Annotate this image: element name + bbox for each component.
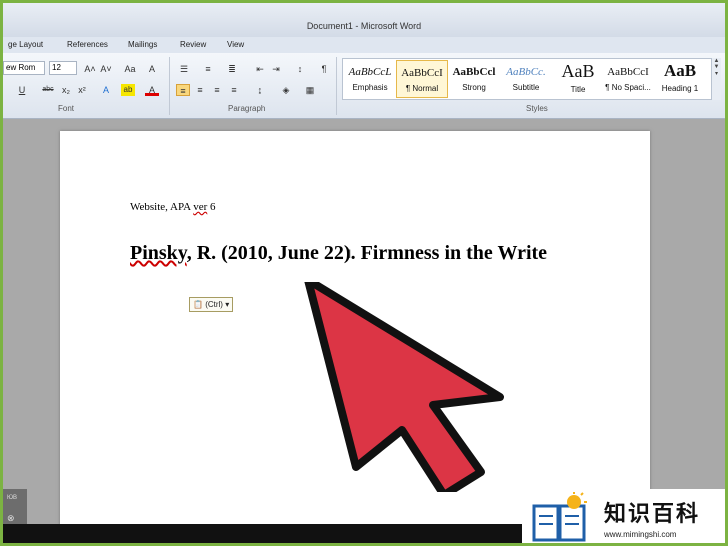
line-spacing-icon[interactable]: ↨	[253, 84, 267, 96]
subscript-button[interactable]: x₂	[59, 84, 73, 96]
font-color-button[interactable]: A	[145, 84, 159, 96]
shading-icon[interactable]: ◈	[279, 84, 293, 96]
style-name: Heading 1	[661, 84, 699, 93]
style-emphasis[interactable]: AaBbCcL Emphasis	[344, 60, 396, 98]
style-name: Strong	[462, 83, 486, 92]
style-subtitle[interactable]: AaBbCc. Subtitle	[500, 60, 552, 98]
underline-button[interactable]: U	[15, 84, 29, 96]
misspelled-word[interactable]: Pinsky	[130, 242, 187, 264]
shrink-font-button[interactable]: A˅	[99, 63, 113, 75]
ribbon: ew Rom 12 A˄ A˅ Aa A U abc x₂ x² A ab A …	[3, 53, 725, 119]
font-group-label: Font	[58, 104, 75, 113]
show-marks-icon[interactable]: ¶	[317, 63, 331, 75]
style-heading-1[interactable]: AaB Heading 1	[654, 60, 706, 98]
group-divider	[336, 57, 337, 115]
paste-options-label: (Ctrl)	[205, 300, 223, 309]
font-name-box[interactable]: ew Rom	[3, 61, 45, 75]
highlight-button[interactable]: ab	[121, 84, 135, 96]
align-right-icon[interactable]: ≡	[210, 84, 224, 96]
paste-options-button[interactable]: 📋 (Ctrl) ▾	[189, 297, 234, 312]
clipboard-icon: 📋	[193, 300, 203, 309]
increase-indent-icon[interactable]: ⇥	[269, 63, 283, 75]
watermark-title: 知识百科	[604, 501, 701, 526]
text-run: 6	[207, 201, 216, 213]
superscript-button[interactable]: x²	[75, 84, 89, 96]
citation-text[interactable]: Pinsky, R. (2010, June 22). Firmness in …	[130, 240, 580, 267]
watermark: 知识百科 www.mimingshi.com	[522, 489, 725, 543]
align-center-icon[interactable]: ≡	[193, 84, 207, 96]
close-icon[interactable]: ⊗	[7, 513, 15, 524]
sort-icon[interactable]: ↕	[293, 63, 307, 75]
style-sample: AaB	[663, 61, 697, 80]
bullets-icon[interactable]: ☰	[177, 63, 191, 75]
numbering-icon[interactable]: ≡	[201, 63, 215, 75]
group-divider	[169, 57, 170, 115]
align-left-icon[interactable]: ≡	[176, 84, 190, 96]
style-name: ¶ No Spaci...	[605, 83, 651, 92]
strikethrough-button[interactable]: abc	[39, 84, 57, 96]
tab-mailings[interactable]: Mailings	[128, 40, 157, 49]
style-name: Subtitle	[512, 83, 540, 92]
watermark-url: www.mimingshi.com	[604, 530, 677, 539]
text-effects-button[interactable]: A	[99, 84, 113, 96]
decrease-indent-icon[interactable]: ⇤	[253, 63, 267, 75]
tab-view[interactable]: View	[227, 40, 244, 49]
style-strong[interactable]: AaBbCcl Strong	[448, 60, 500, 98]
left-panel: ЮB ⊗	[3, 489, 27, 525]
style-sample: AaBbCcL	[348, 66, 392, 78]
grow-font-button[interactable]: A˄	[83, 63, 97, 75]
window-title: Document1 - Microsoft Word	[306, 21, 422, 31]
style-sample: AaBbCcI	[401, 67, 443, 79]
style-name: Emphasis	[352, 83, 388, 92]
style-name: ¶ Normal	[405, 84, 439, 93]
styles-scroll[interactable]: ▲ ▼ ▾	[711, 58, 721, 100]
screen-frame: Document1 - Microsoft Word ge Layout Ref…	[0, 0, 728, 546]
tab-page-layout[interactable]: ge Layout	[8, 40, 43, 49]
style-name: Title	[570, 85, 586, 94]
multilevel-list-icon[interactable]: ≣	[225, 63, 239, 75]
style-sample: AaB	[561, 61, 595, 81]
styles-group-label: Styles	[526, 104, 548, 113]
document-line[interactable]: Website, APA ver 6	[130, 201, 216, 213]
change-case-button[interactable]: Aa	[121, 63, 139, 75]
style-normal[interactable]: AaBbCcI ¶ Normal	[396, 60, 448, 98]
style-sample: AaBbCcl	[452, 66, 496, 78]
book-lightbulb-icon	[532, 492, 587, 542]
justify-icon[interactable]: ≡	[227, 84, 241, 96]
borders-icon[interactable]: ▦	[303, 84, 317, 96]
text-cursor-icon: I	[348, 247, 352, 261]
style-no-spacing[interactable]: AaBbCcI ¶ No Spaci...	[602, 60, 654, 98]
text-run: , R. (2010, June 22). Firmness in the Wr…	[186, 242, 548, 264]
title-bar: Document1 - Microsoft Word	[3, 3, 725, 37]
more-styles-icon[interactable]: ▾	[712, 70, 721, 77]
paragraph-group-label: Paragraph	[228, 104, 266, 113]
misspelled-word[interactable]: ver	[193, 201, 207, 213]
style-title[interactable]: AaB Title	[552, 60, 604, 98]
ribbon-tabs: ge Layout References Mailings Review Vie…	[3, 37, 725, 53]
left-panel-label: ЮB	[7, 495, 18, 501]
text-run: Website, APA	[130, 201, 194, 213]
tab-review[interactable]: Review	[180, 40, 206, 49]
pointer-arrow-icon	[304, 282, 504, 492]
style-sample: AaBbCcI	[607, 66, 649, 78]
style-sample: AaBbCc.	[506, 66, 546, 78]
tab-references[interactable]: References	[67, 40, 108, 49]
styles-gallery: AaBbCcL Emphasis AaBbCcI ¶ Normal AaBbCc…	[342, 58, 712, 100]
font-size-box[interactable]: 12	[49, 61, 77, 75]
clear-formatting-button[interactable]: A	[145, 63, 159, 75]
chevron-down-icon: ▾	[225, 300, 230, 309]
